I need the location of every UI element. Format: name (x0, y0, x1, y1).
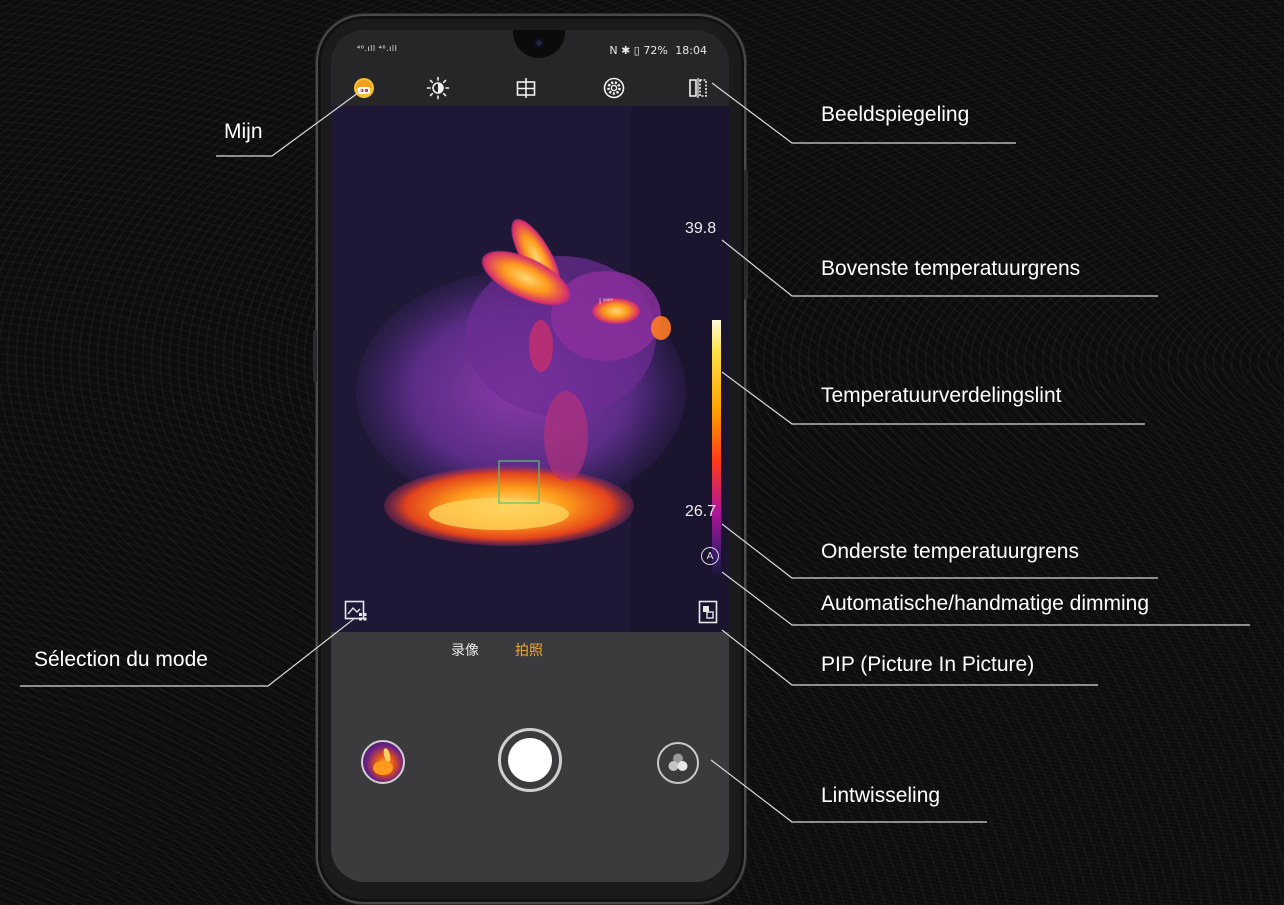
label-temperatuurverdelingslint: Temperatuurverdelingslint (821, 384, 1062, 407)
label-lintwisseling: Lintwisseling (821, 784, 941, 807)
label-mode-selection: Sélection du mode (34, 648, 208, 671)
label-pip: PIP (Picture In Picture) (821, 653, 1035, 676)
label-mijn: Mijn (224, 120, 263, 143)
callout-lines (20, 82, 1250, 823)
label-beeldspiegeling: Beeldspiegeling (821, 103, 970, 126)
label-bovenste-temperatuurgrens: Bovenste temperatuurgrens (821, 257, 1081, 280)
label-onderste-temperatuurgrens: Onderste temperatuurgrens (821, 540, 1079, 563)
label-dimming: Automatische/handmatige dimming (821, 592, 1150, 615)
